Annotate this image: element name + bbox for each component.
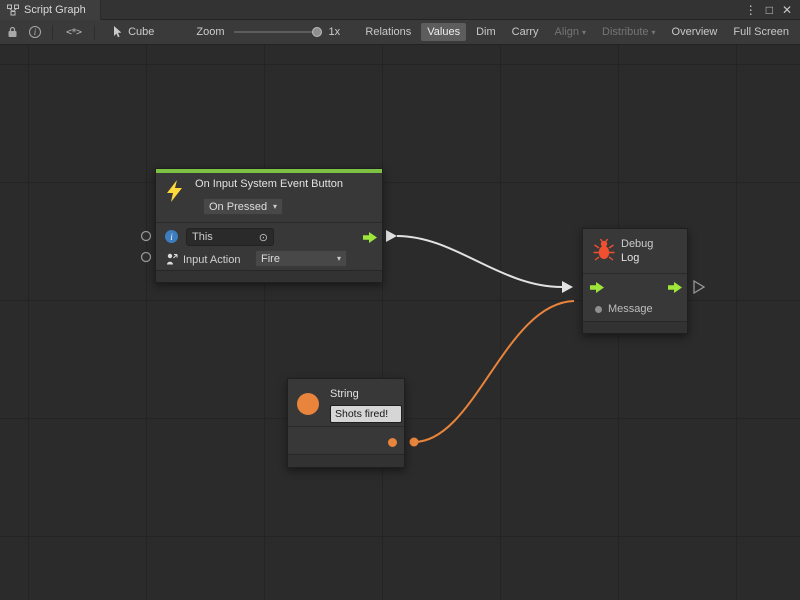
tab-title: Script Graph: [24, 4, 86, 16]
debug-flow-out-port[interactable]: [667, 282, 683, 293]
lock-icon[interactable]: [7, 26, 18, 38]
node-title: On Input System Event Button: [156, 178, 382, 190]
node-string-literal[interactable]: String Shots fired!: [287, 378, 405, 468]
node-footer: [156, 270, 382, 282]
this-object-icon: i: [165, 230, 178, 243]
node-title: String: [330, 388, 359, 400]
fullscreen-button[interactable]: Full Screen: [727, 23, 795, 41]
zoom-slider-track[interactable]: [234, 31, 322, 33]
toolbar: i <*> Cube Zoom 1x Relations Values Dim …: [0, 20, 800, 45]
node-debug-log[interactable]: Debug Log Message: [582, 228, 688, 334]
input-action-label: Input Action: [183, 254, 241, 266]
string-output-port[interactable]: [388, 438, 397, 447]
zoom-slider-knob[interactable]: [312, 27, 322, 37]
window-menu-icon[interactable]: ⋮: [745, 0, 757, 20]
on-pressed-dropdown[interactable]: On Pressed ▾: [203, 198, 283, 215]
message-label: Message: [608, 303, 653, 315]
message-input-port[interactable]: [595, 306, 602, 313]
bug-icon: [593, 238, 615, 262]
node-title: Log: [621, 252, 639, 264]
input-action-dropdown[interactable]: Fire ▾: [255, 250, 347, 267]
input-action-icon: [166, 252, 178, 265]
string-type-icon: [297, 393, 319, 415]
node-footer: [583, 321, 687, 333]
flow-wire-start-arrow: [386, 230, 397, 242]
chevron-down-icon: ▾: [273, 202, 277, 211]
values-button[interactable]: Values: [421, 23, 466, 41]
wire-value-string[interactable]: [414, 301, 574, 442]
align-dropdown[interactable]: Align▾: [549, 23, 592, 41]
node-category: Debug: [621, 238, 653, 250]
relations-button[interactable]: Relations: [359, 23, 417, 41]
this-object-field[interactable]: This ⊙: [186, 228, 274, 246]
zoom-value: 1x: [328, 26, 340, 38]
chevron-down-icon: ▾: [652, 28, 656, 37]
about-icon[interactable]: i: [29, 26, 41, 38]
carry-button[interactable]: Carry: [506, 23, 545, 41]
node-on-input-system-event[interactable]: On Input System Event Button On Pressed …: [155, 168, 383, 283]
tab-script-graph[interactable]: Script Graph: [0, 0, 101, 20]
close-icon[interactable]: ✕: [782, 0, 792, 20]
pointer-icon: [113, 26, 123, 38]
debug-flow-out-port-outer[interactable]: [694, 281, 704, 293]
event-flow-out-port[interactable]: [362, 232, 378, 243]
event-accent-bar: [156, 169, 382, 173]
wire-control-flow[interactable]: [397, 236, 562, 287]
input-action-port[interactable]: [142, 253, 151, 262]
graph-icon: [7, 4, 19, 16]
debug-flow-in-port[interactable]: [589, 282, 605, 293]
distribute-dropdown[interactable]: Distribute▾: [596, 23, 661, 41]
dim-button[interactable]: Dim: [470, 23, 502, 41]
string-value-input[interactable]: Shots fired!: [330, 405, 402, 423]
overview-button[interactable]: Overview: [666, 23, 724, 41]
node-footer: [288, 454, 404, 467]
chevron-down-icon: ▾: [582, 28, 586, 37]
object-picker-icon[interactable]: ⊙: [259, 231, 268, 244]
chevron-down-icon: ▾: [337, 254, 341, 263]
string-output-port-outer[interactable]: [410, 438, 419, 447]
flow-wire-end-arrow: [562, 281, 573, 293]
title-bar: Script Graph ⋮ □ ✕: [0, 0, 800, 20]
zoom-label: Zoom: [196, 26, 224, 38]
api-icon[interactable]: <*>: [66, 27, 81, 38]
zoom-slider[interactable]: [234, 26, 322, 38]
this-input-port[interactable]: [142, 232, 151, 241]
graph-canvas[interactable]: On Input System Event Button On Pressed …: [0, 45, 800, 600]
maximize-icon[interactable]: □: [766, 0, 773, 20]
graph-target-label[interactable]: Cube: [128, 26, 154, 38]
script-graph-window: Script Graph ⋮ □ ✕ i <*> Cube Zoom: [0, 0, 800, 600]
